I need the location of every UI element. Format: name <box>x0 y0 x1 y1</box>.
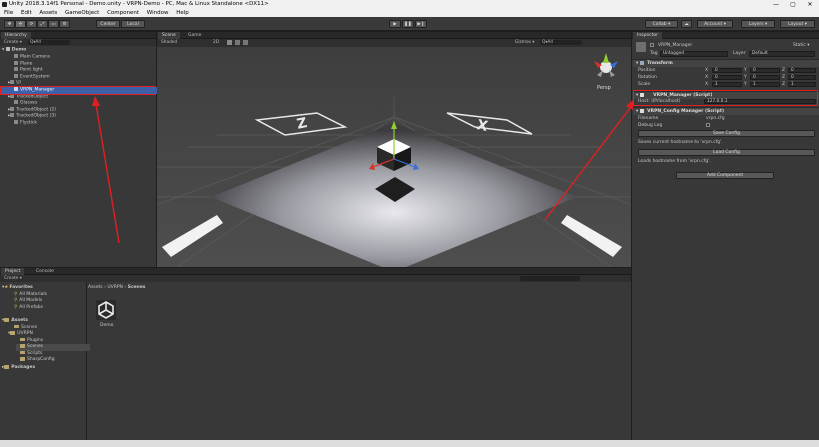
annotation-arrows <box>92 96 633 244</box>
annotation-arrow-left <box>95 103 120 244</box>
annotation-arrow-right <box>544 107 631 221</box>
